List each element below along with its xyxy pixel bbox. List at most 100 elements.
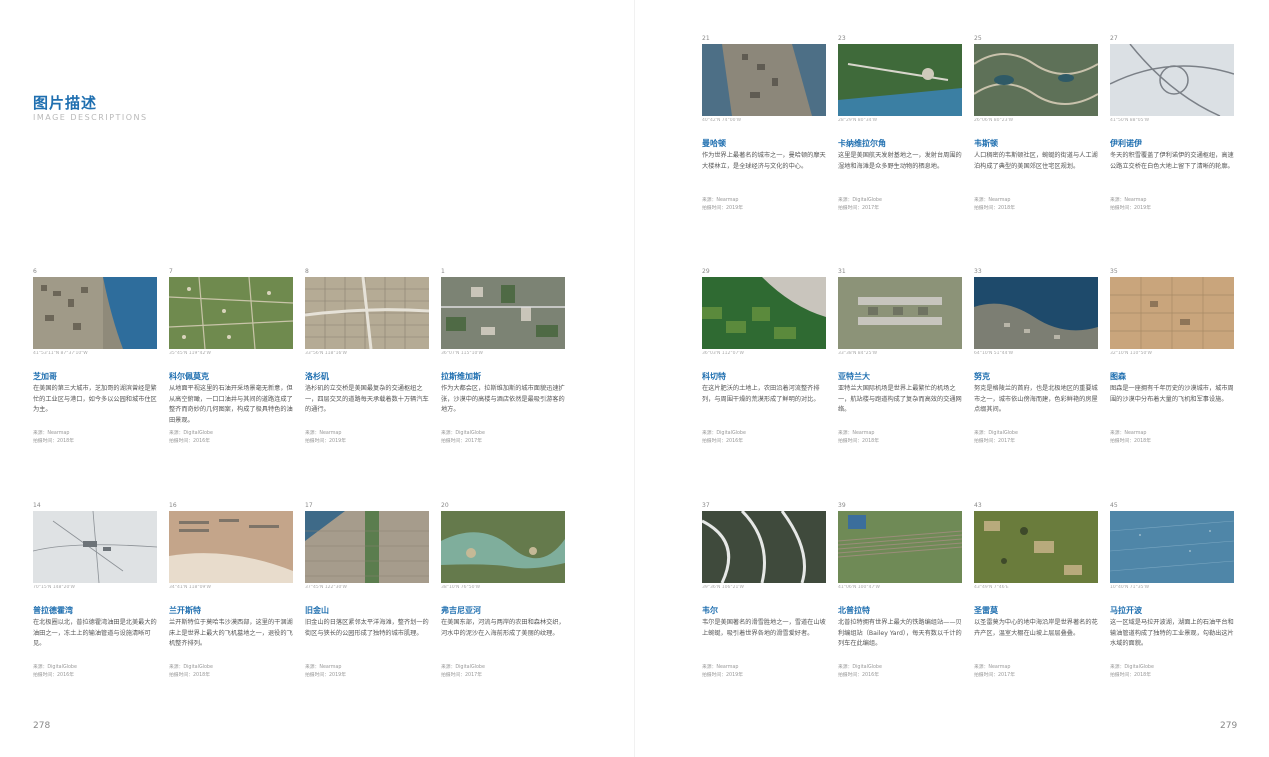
aerial-photo bbox=[1110, 44, 1234, 116]
card-title: 伊利诺伊 bbox=[1110, 139, 1142, 148]
card-date: 拍摄时间：2016年 bbox=[33, 673, 74, 678]
card-number: 27 bbox=[1110, 35, 1118, 42]
card-manhattan: 21 40°42'N 74°00'W 曼哈顿 作为世界上最著名的城市之一，曼哈顿… bbox=[702, 35, 826, 213]
card-date: 拍摄时间：2019年 bbox=[1110, 206, 1151, 211]
card-north-platte: 39 41°06'N 100°47'W 北普拉特 北普拉特拥有世界上最大的铁路编… bbox=[838, 502, 962, 680]
card-title: 兰开斯特 bbox=[169, 606, 201, 615]
aerial-photo bbox=[838, 277, 962, 349]
card-description: 兰开斯特位于莫哈韦沙漠西部，这里的干涸湖床上是世界上最大的飞机墓地之一，退役的飞… bbox=[169, 619, 293, 647]
card-date: 拍摄时间：2018年 bbox=[974, 206, 1015, 211]
card-date: 拍摄时间：2019年 bbox=[305, 439, 346, 444]
aerial-photo bbox=[838, 44, 962, 116]
card-title: 科切特 bbox=[702, 372, 726, 381]
card-title: 亚特兰大 bbox=[838, 372, 870, 381]
aerial-photo bbox=[1110, 511, 1234, 583]
card-date: 拍摄时间：2019年 bbox=[305, 673, 346, 678]
card-number: 6 bbox=[33, 268, 37, 275]
card-source: 来源：DigitalGlobe bbox=[33, 665, 77, 670]
card-title: 旧金山 bbox=[305, 606, 329, 615]
card-coordinates: 10°40'N 71°35'W bbox=[1110, 585, 1150, 590]
card-coordinates: 41°53'11"N 87°37'10"W bbox=[33, 351, 88, 356]
card-river: 20 38°10'N 76°50'W 弗吉尼亚河 在美国东部，河流与两岸的农田和… bbox=[441, 502, 565, 680]
card-date: 拍摄时间：2018年 bbox=[169, 673, 210, 678]
card-coordinates: 26°06'N 80°23'W bbox=[974, 118, 1014, 123]
card-number: 29 bbox=[702, 268, 710, 275]
aerial-photo bbox=[702, 44, 826, 116]
card-date: 拍摄时间：2018年 bbox=[1110, 673, 1151, 678]
card-description: 从地面平视这里的石油开采场景毫无新意，但从高空俯瞰，一口口油井与其间的道路连成了… bbox=[169, 385, 293, 424]
card-cape-canaveral: 23 28°29'N 80°34'W 卡纳维拉尔角 这里是美国航天发射基地之一，… bbox=[838, 35, 962, 213]
card-description: 北普拉特拥有世界上最大的铁路编组站——贝利编组站（Bailey Yard），每天… bbox=[838, 619, 962, 647]
card-date: 拍摄时间：2018年 bbox=[33, 439, 74, 444]
aerial-photo bbox=[305, 511, 429, 583]
card-san-francisco: 17 37°45'N 122°30'W 旧金山 旧金山的日落区紧邻太平洋海滩，整… bbox=[305, 502, 429, 680]
card-kern: 7 35°45'N 119°42'W 科尔佩莫克 从地面平视这里的石油开采场景毫… bbox=[169, 268, 293, 446]
card-description: 这一区域是马拉开波湖，湖面上的石油平台和输油管道构成了独特的工业景观，勾勒出这片… bbox=[1110, 619, 1234, 647]
card-description: 洛杉矶的立交桥是美国最复杂的交通枢纽之一，四层交叉的道路每天承载着数十万辆汽车的… bbox=[305, 385, 429, 413]
card-description: 这里是美国航天发射基地之一，发射台周围的湿地和海滩是众多野生动物的栖息地。 bbox=[838, 152, 962, 170]
section-title: 图片描述 bbox=[33, 94, 98, 112]
aerial-photo bbox=[838, 511, 962, 583]
card-number: 17 bbox=[305, 502, 313, 509]
card-title: 韦尔 bbox=[702, 606, 718, 615]
card-date: 拍摄时间：2017年 bbox=[974, 673, 1015, 678]
card-source: 来源：DigitalGlobe bbox=[1110, 665, 1154, 670]
card-coordinates: 35°45'N 119°42'W bbox=[169, 351, 211, 356]
card-number: 37 bbox=[702, 502, 710, 509]
card-description: 亚特兰大国际机场是世界上最繁忙的机场之一，航站楼与跑道构成了复杂而高效的交通网络… bbox=[838, 385, 962, 413]
card-date: 拍摄时间：2017年 bbox=[441, 439, 482, 444]
card-source: 来源：Nearmap bbox=[1110, 198, 1147, 203]
card-description: 冬天的积雪覆盖了伊利诺伊的交通枢纽，高速公路立交桥在白色大地上留下了清晰的轮廓。 bbox=[1110, 152, 1234, 170]
card-number: 25 bbox=[974, 35, 982, 42]
book-spread: 图片描述 IMAGE DESCRIPTIONS 278 279 6 41°53'… bbox=[0, 0, 1269, 757]
card-source: 来源：DigitalGlobe bbox=[441, 431, 485, 436]
card-title: 北普拉特 bbox=[838, 606, 870, 615]
card-title: 圣雷莫 bbox=[974, 606, 998, 615]
card-source: 来源：Nearmap bbox=[702, 665, 739, 670]
aerial-photo bbox=[169, 511, 293, 583]
card-source: 来源：DigitalGlobe bbox=[169, 665, 213, 670]
aerial-photo bbox=[33, 511, 157, 583]
aerial-photo bbox=[974, 277, 1098, 349]
card-coordinates: 41°50'N 88°05'W bbox=[1110, 118, 1150, 123]
page-number-right: 279 bbox=[1220, 721, 1238, 731]
card-coordinates: 36°03'N 112°07'W bbox=[702, 351, 744, 356]
card-title: 韦斯顿 bbox=[974, 139, 998, 148]
card-number: 33 bbox=[974, 268, 982, 275]
card-source: 来源：Nearmap bbox=[1110, 431, 1147, 436]
card-description: 在北极圈以北，普拉德霍湾油田是北美最大的油田之一，冻土上的输油管道与设施清晰可见… bbox=[33, 619, 157, 647]
card-date: 拍摄时间：2016年 bbox=[702, 439, 743, 444]
card-title: 普拉德霍湾 bbox=[33, 606, 73, 615]
card-illinois: 27 41°50'N 88°05'W 伊利诺伊 冬天的积雪覆盖了伊利诺伊的交通枢… bbox=[1110, 35, 1234, 213]
card-coordinates: 34°41'N 118°09'W bbox=[169, 585, 211, 590]
card-number: 7 bbox=[169, 268, 173, 275]
card-description: 作为世界上最著名的城市之一，曼哈顿的摩天大楼林立，是全球经济与文化的中心。 bbox=[702, 152, 826, 170]
card-coordinates: 64°10'N 51°44'W bbox=[974, 351, 1014, 356]
card-maracaibo: 45 10°40'N 71°35'W 马拉开波 这一区域是马拉开波湖，湖面上的石… bbox=[1110, 502, 1234, 680]
card-source: 来源：Nearmap bbox=[974, 665, 1011, 670]
card-date: 拍摄时间：2016年 bbox=[169, 439, 210, 444]
card-source: 来源：Nearmap bbox=[974, 198, 1011, 203]
aerial-photo bbox=[441, 511, 565, 583]
card-number: 31 bbox=[838, 268, 846, 275]
aerial-photo bbox=[305, 277, 429, 349]
card-number: 1 bbox=[441, 268, 445, 275]
card-coordinates: 70°15'N 148°20'W bbox=[33, 585, 75, 590]
card-coordinates: 33°56'N 118°16'W bbox=[305, 351, 347, 356]
card-number: 23 bbox=[838, 35, 846, 42]
card-chicago: 6 41°53'11"N 87°37'10"W 芝加哥 在美国的第三大城市，芝加… bbox=[33, 268, 157, 446]
card-date: 拍摄时间：2019年 bbox=[702, 206, 743, 211]
card-number: 20 bbox=[441, 502, 449, 509]
card-atlanta: 31 33°38'N 84°25'W 亚特兰大 亚特兰大国际机场是世界上最繁忙的… bbox=[838, 268, 962, 446]
card-title: 卡纳维拉尔角 bbox=[838, 139, 886, 148]
aerial-photo bbox=[33, 277, 157, 349]
aerial-photo bbox=[974, 44, 1098, 116]
card-description: 在美国东部，河流与两岸的农田和森林交织，河水中的泥沙在入海前形成了美丽的纹理。 bbox=[441, 619, 565, 637]
card-number: 43 bbox=[974, 502, 982, 509]
card-source: 来源：Nearmap bbox=[305, 665, 342, 670]
card-title: 弗吉尼亚河 bbox=[441, 606, 481, 615]
card-number: 21 bbox=[702, 35, 710, 42]
card-las-vegas: 1 36°07'N 115°10'W 拉斯维加斯 作为大都会区，拉斯维加斯的城市… bbox=[441, 268, 565, 446]
card-number: 45 bbox=[1110, 502, 1118, 509]
card-number: 14 bbox=[33, 502, 41, 509]
